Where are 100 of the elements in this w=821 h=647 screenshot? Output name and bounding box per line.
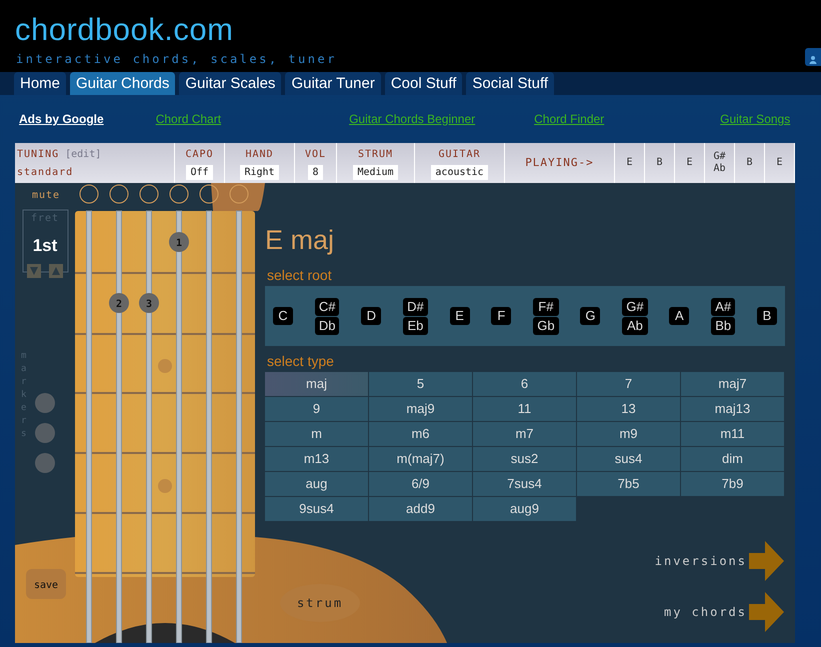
action-button[interactable]: my chords <box>664 592 785 632</box>
chord-type-button[interactable]: maj7 <box>681 372 784 396</box>
finger-dot: 1 <box>169 232 189 252</box>
setting-label: VOL <box>304 148 326 162</box>
ad-link[interactable]: Chord Chart <box>156 110 222 128</box>
section-label: select type <box>267 354 335 368</box>
setting-field[interactable]: Medium <box>353 164 398 180</box>
ad-link[interactable]: Guitar Songs <box>720 110 790 128</box>
fret-marker-dot <box>158 359 172 373</box>
setting-label: GUITAR <box>438 148 481 162</box>
chord-type-button[interactable]: 7sus4 <box>473 472 576 496</box>
mute-toggle[interactable] <box>230 184 248 204</box>
section-label: select root <box>267 268 333 282</box>
root-note-button[interactable]: Db <box>314 316 340 334</box>
chord-type-button[interactable]: m13 <box>265 447 368 471</box>
root-note-button[interactable]: C# <box>314 298 340 316</box>
fret-value: 1st <box>32 236 58 255</box>
marker-toggle[interactable] <box>35 393 55 413</box>
setting-field[interactable]: 8 <box>308 164 323 180</box>
marker-toggle[interactable] <box>35 423 55 443</box>
mute-label: mute <box>32 190 60 201</box>
tuning-label: TUNING <box>17 148 60 160</box>
chord-type-button[interactable]: 9sus4 <box>265 497 368 521</box>
nav-tab[interactable]: Guitar Scales <box>179 72 282 95</box>
marker-toggle[interactable] <box>35 453 55 473</box>
chord-type-button[interactable]: 7b5 <box>577 472 680 496</box>
mute-toggle[interactable] <box>80 184 98 204</box>
root-note-button[interactable]: D <box>361 307 382 325</box>
root-note-button[interactable]: C <box>273 307 293 325</box>
playing-note: E <box>686 157 693 169</box>
action-button[interactable]: inversions <box>654 541 785 581</box>
nav-tab[interactable]: Guitar Chords <box>70 72 176 95</box>
tagline: interactive chords, scales, tuner <box>16 51 337 68</box>
playing-note: B <box>746 157 753 169</box>
mute-toggle[interactable] <box>140 184 158 204</box>
chord-type-button[interactable]: m6 <box>369 422 472 446</box>
root-note-button[interactable]: B <box>756 307 777 325</box>
mute-toggle[interactable] <box>110 184 128 204</box>
setting-field[interactable]: acoustic <box>431 164 488 180</box>
chord-type-button[interactable]: 7b9 <box>681 472 784 496</box>
root-note-button[interactable]: G# <box>622 298 648 316</box>
chord-type-button[interactable]: maj <box>265 372 368 396</box>
chord-type-button[interactable]: 6 <box>473 372 576 396</box>
fret-box <box>22 210 68 272</box>
chord-type-button[interactable]: 13 <box>577 397 680 421</box>
arrow-icon <box>749 541 785 581</box>
root-note-button[interactable]: D# <box>403 298 428 316</box>
chord-type-button[interactable]: 5 <box>369 372 472 396</box>
root-note-button[interactable]: Bb <box>711 316 736 334</box>
chord-type-button[interactable]: m7 <box>473 422 576 446</box>
setting-field[interactable]: Right <box>240 164 279 180</box>
ad-link[interactable]: Chord Finder <box>534 110 604 128</box>
chord-type-button[interactable]: maj9 <box>369 397 472 421</box>
tuning-value: standard <box>17 166 74 180</box>
chord-title: E maj <box>265 227 336 254</box>
chord-type-button[interactable]: 9 <box>265 397 368 421</box>
mute-toggle[interactable] <box>170 184 188 204</box>
chord-type-button[interactable]: m11 <box>681 422 784 446</box>
chord-type-button[interactable]: 6/9 <box>369 472 472 496</box>
root-note-button[interactable]: F# <box>533 298 559 316</box>
root-note-button[interactable]: A <box>669 307 690 325</box>
root-note-button[interactable]: G <box>580 307 600 325</box>
chord-type-button[interactable]: aug9 <box>473 497 576 521</box>
playing-note: Ab <box>713 163 726 175</box>
root-note-button[interactable]: A# <box>711 298 736 316</box>
chord-type-button[interactable]: 11 <box>473 397 576 421</box>
root-note-button[interactable]: Eb <box>403 316 428 334</box>
strum-button[interactable]: strum <box>280 584 360 622</box>
playing-note: G# <box>713 151 726 163</box>
ad-link[interactable]: Guitar Chords Beginner <box>349 110 476 128</box>
chord-type-button[interactable]: dim <box>681 447 784 471</box>
nav-tab[interactable]: Social Stuff <box>466 72 554 95</box>
setting-label: CAPO <box>185 148 214 162</box>
save-button[interactable]: save <box>26 569 66 599</box>
chord-type-button[interactable]: add9 <box>369 497 472 521</box>
chord-type-button[interactable]: m9 <box>577 422 680 446</box>
playing-note: E <box>626 157 633 169</box>
ads-link[interactable]: Ads by Google <box>19 110 104 128</box>
finger-dot: 3 <box>139 293 159 313</box>
fret-marker-dot <box>158 479 172 493</box>
chord-type-button[interactable]: sus2 <box>473 447 576 471</box>
root-note-button[interactable]: Gb <box>533 316 559 334</box>
nav-tab[interactable]: Home <box>14 72 66 95</box>
mute-toggle[interactable] <box>200 184 218 204</box>
playing-note: E <box>776 157 783 169</box>
root-note-button[interactable]: Ab <box>622 316 648 334</box>
nav-tab[interactable]: Cool Stuff <box>384 72 462 95</box>
user-icon[interactable] <box>805 48 821 66</box>
chord-type-button[interactable]: m(maj7) <box>369 447 472 471</box>
playing-label: PLAYING-> <box>525 154 594 171</box>
chord-type-button[interactable]: aug <box>265 472 368 496</box>
chord-type-button[interactable]: 7 <box>577 372 680 396</box>
chord-type-button[interactable]: m <box>265 422 368 446</box>
chord-type-button[interactable]: maj13 <box>681 397 784 421</box>
nav-tab[interactable]: Guitar Tuner <box>285 72 381 95</box>
chord-type-button[interactable]: sus4 <box>577 447 680 471</box>
root-note-button[interactable]: E <box>450 307 470 325</box>
site-logo[interactable]: chordbook.com <box>15 14 234 45</box>
root-note-button[interactable]: F <box>491 307 512 325</box>
setting-field[interactable]: Off <box>186 164 213 180</box>
